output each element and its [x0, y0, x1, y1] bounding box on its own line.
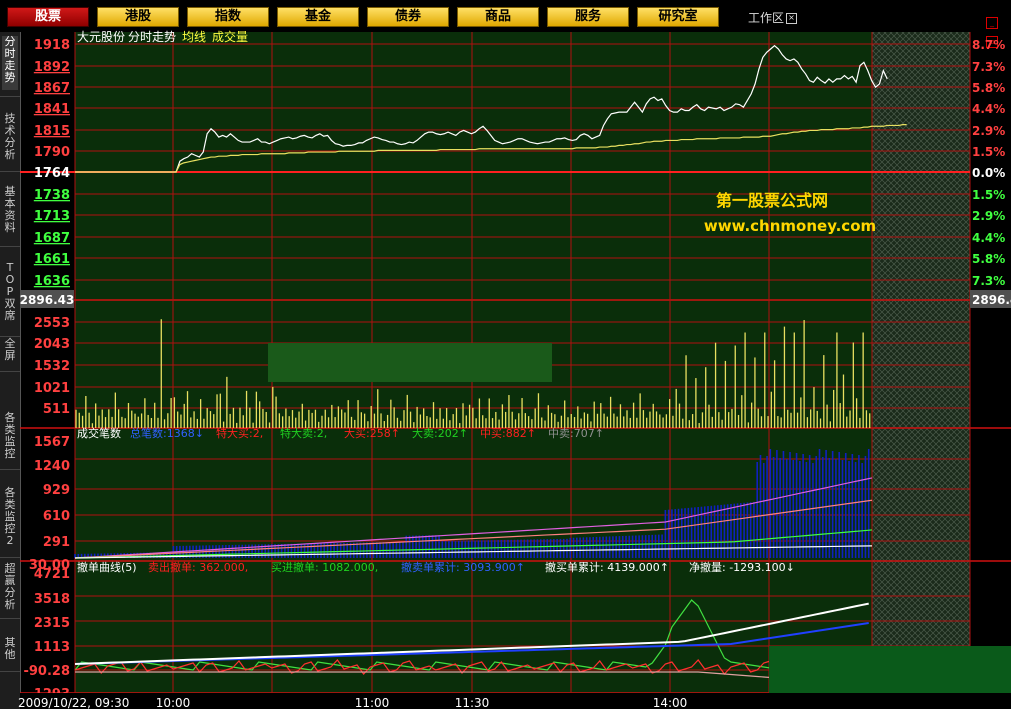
pct-axis-label: 1.5%	[972, 145, 1005, 159]
cancel-axis-label: 3518	[34, 592, 70, 607]
view-name: 分时走势	[128, 30, 176, 44]
price-axis-label: 1892	[34, 60, 70, 75]
volume-axis-label: 2553	[34, 316, 70, 331]
cancel-panel-title: 撤单曲线(5)	[77, 560, 137, 574]
avg-legend: 均线	[182, 30, 206, 44]
trade-axis-label: 1567	[34, 435, 70, 450]
time-label: 11:30	[455, 696, 490, 709]
time-start: 2009/10/22, 09:30	[18, 696, 129, 709]
pct-axis-label: 7.3%	[972, 274, 1005, 288]
cancel-axis-label: -90.28	[23, 664, 70, 679]
cancel-stat-4: 净撤量: -1293.100↓	[689, 560, 795, 574]
time-label: 11:00	[355, 696, 390, 709]
trade-stat-3: 大买:258↑	[344, 426, 400, 440]
pct-axis-label: 4.4%	[972, 231, 1005, 245]
cancel-stat-2: 撤卖单累计: 3093.900↑	[401, 560, 525, 574]
price-axis-label: 1867	[34, 81, 70, 96]
stock-name: 大元股份	[77, 30, 125, 44]
trade-stat-1: 特大买:2,	[216, 426, 263, 440]
trade-stat-6: 中卖:707↑	[548, 427, 604, 440]
pct-axis-label: 5.8%	[972, 252, 1005, 266]
trade-stat-4: 大卖:202↑	[412, 426, 468, 440]
time-label: 10:00	[156, 696, 191, 709]
pct-axis-label: 2.9%	[972, 209, 1005, 223]
trade-stat-0: 总笔数:1368↓	[130, 426, 204, 440]
time-label: 14:00	[653, 696, 688, 709]
trade-axis-label: 1240	[34, 459, 70, 474]
watermark-title: 第一股票公式网	[716, 191, 828, 210]
price-axis-label: 1661	[34, 252, 70, 267]
cancel-axis-label: 1113	[34, 640, 70, 655]
trade-stat-5: 中买:882↑	[480, 427, 536, 440]
price-axis-label: 1687	[34, 231, 70, 246]
pct-axis-label: 5.8%	[972, 81, 1005, 95]
cancel-stat-3: 撤买单累计: 4139.000↑	[545, 560, 669, 574]
intraday-chart: 1918 1892 1867 1841 1815 1790 1764 1738 1713 1687…	[18, 29, 1011, 709]
pct-axis-label: 7.3%	[972, 60, 1005, 74]
price-axis-label: 1636	[34, 274, 70, 289]
overlay-block	[268, 343, 552, 382]
price-axis-label: 1790	[34, 145, 70, 160]
price-axis-label: 1764	[34, 166, 70, 181]
trade-stat-2: 特大卖:2,	[280, 426, 327, 440]
pct-axis-label: 2.9%	[972, 124, 1005, 138]
pct-axis-label: 4.4%	[972, 102, 1005, 116]
pct-axis-label: 1.5%	[972, 188, 1005, 202]
pct-axis-label: 8.7%	[972, 38, 1005, 52]
volume-axis-label: 511	[43, 402, 70, 417]
index-value-right: 2896.4	[972, 293, 1011, 307]
cancel-axis-label: 2315	[34, 616, 70, 631]
volume-axis-label: 2043	[34, 337, 70, 352]
volume-axis-label: 1021	[34, 381, 70, 396]
trade-axis-label: 610	[43, 509, 70, 524]
cancel-stat-1: 买进撤单: 1082.000,	[271, 560, 378, 574]
price-axis-label: 1815	[34, 124, 70, 139]
vol-legend: 成交量	[212, 29, 248, 44]
watermark-url: www.chnmoney.com	[704, 217, 876, 235]
index-value-left: 2896.43	[20, 293, 75, 307]
trade-panel-title: 成交笔数	[77, 426, 121, 440]
trade-axis-label: 291	[43, 535, 70, 550]
volume-axis-label: 1532	[34, 359, 70, 374]
cancel-axis-label: 4721	[34, 567, 70, 582]
price-axis-label: 1841	[34, 102, 70, 117]
after-hours-area	[872, 32, 970, 677]
pct-axis-zero: 0.0%	[972, 166, 1005, 180]
price-axis-label: 1738	[34, 188, 70, 203]
price-axis-label: 1918	[34, 38, 70, 53]
price-axis-label: 1713	[34, 209, 70, 224]
cancel-stat-0: 卖出撤单: 362.000,	[148, 560, 248, 574]
trade-axis-label: 929	[43, 483, 70, 498]
